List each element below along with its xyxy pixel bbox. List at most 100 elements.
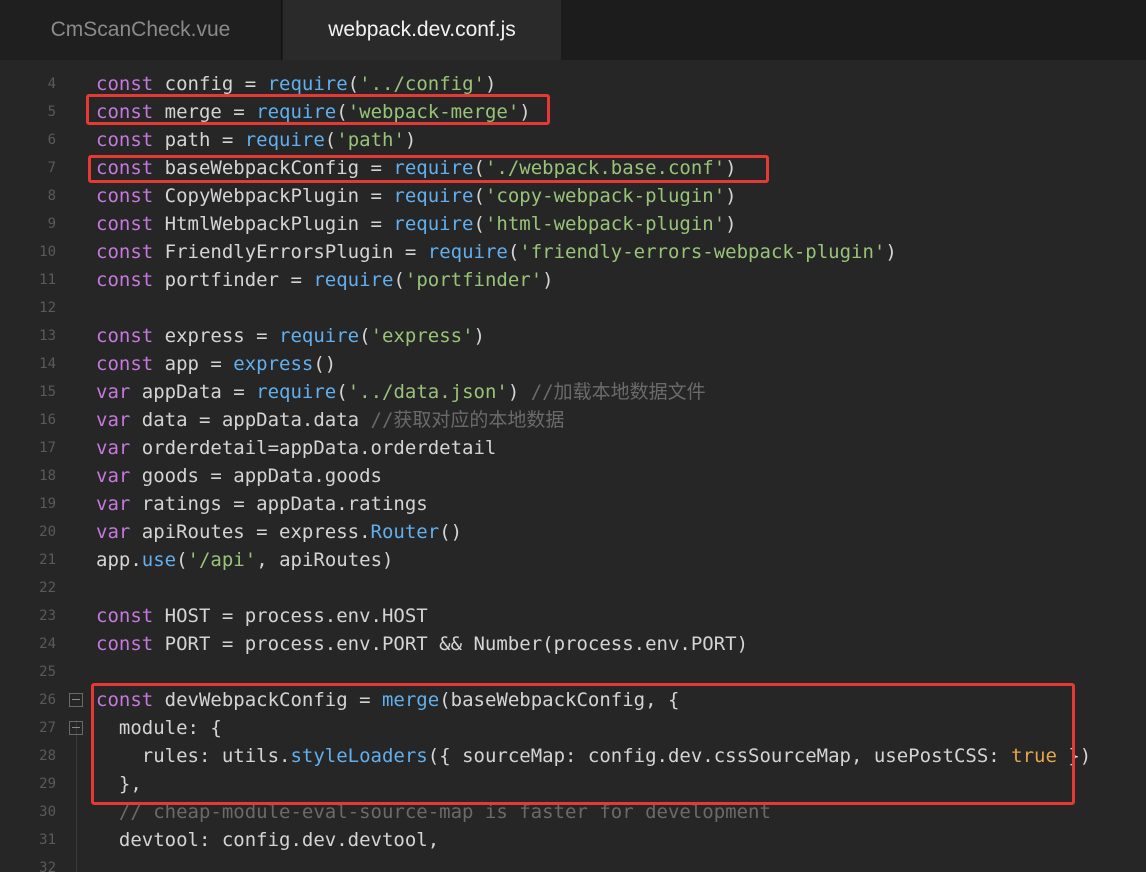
line-number: 12: [39, 300, 56, 316]
code-token: require: [279, 325, 360, 347]
code-line: 13 const express = require('express'): [0, 322, 1146, 350]
code-token: '../config': [359, 73, 485, 95]
line-number: 18: [39, 468, 56, 484]
tab-cmscancheck-vue[interactable]: CmScanCheck.vue: [0, 0, 282, 60]
line-number: 29: [39, 776, 56, 792]
code-line: 21 app.use('/api', apiRoutes): [0, 546, 1146, 574]
code-token: devtool: config.dev.devtool,: [96, 829, 440, 851]
code-token: (: [473, 213, 485, 235]
code-line: 11 const portfinder = require('portfinder…: [0, 266, 1146, 294]
code-token: require: [427, 241, 508, 263]
code-token: path =: [153, 129, 245, 151]
code-token: CopyWebpackPlugin =: [153, 185, 394, 207]
code-token: const: [96, 633, 154, 655]
line-number: 30: [39, 804, 56, 820]
code-token: config =: [153, 73, 268, 95]
code-line: 18 var goods = appData.goods: [0, 462, 1146, 490]
code-token: 'copy-webpack-plugin': [484, 185, 726, 207]
line-number: 19: [39, 496, 56, 512]
code-text: app.use('/api', apiRoutes): [96, 546, 393, 574]
line-number: 5: [47, 104, 56, 120]
code-line: 19 var ratings = appData.ratings: [0, 490, 1146, 518]
code-line: 17 var orderdetail=appData.orderdetail: [0, 434, 1146, 462]
code-token: const: [96, 353, 154, 375]
line-number: 4: [47, 76, 56, 92]
highlight-box-base-config: [88, 155, 769, 183]
code-token: '../data.json': [347, 381, 508, 403]
code-token: var: [96, 381, 131, 403]
code-token: 'friendly-errors-webpack-plugin': [519, 241, 886, 263]
code-text: const FriendlyErrorsPlugin = require('fr…: [96, 238, 897, 266]
line-number: 15: [39, 384, 56, 400]
code-token: HtmlWebpackPlugin =: [153, 213, 394, 235]
code-token: (: [507, 241, 520, 263]
code-line: 9 const HtmlWebpackPlugin = require('html…: [0, 210, 1146, 238]
code-token: const: [96, 185, 154, 207]
code-token: use: [141, 549, 177, 571]
code-token: const: [96, 605, 154, 627]
line-number: 23: [39, 608, 56, 624]
code-token: app =: [153, 353, 234, 375]
line-number: 28: [39, 748, 56, 764]
code-token: //加载本地数据文件: [530, 381, 706, 403]
line-number: 20: [39, 524, 56, 540]
code-token: (: [473, 185, 485, 207]
line-number: 14: [39, 356, 56, 372]
code-text: const PORT = process.env.PORT && Number(…: [96, 630, 748, 658]
line-number: 24: [39, 636, 56, 652]
code-token: appData =: [130, 381, 257, 403]
code-token: 'html-webpack-plugin': [484, 213, 726, 235]
code-text: devtool: config.dev.devtool,: [96, 826, 439, 854]
code-line: 20 var apiRoutes = express.Router(): [0, 518, 1146, 546]
code-line: 10 const FriendlyErrorsPlugin = require('…: [0, 238, 1146, 266]
code-token: goods = appData.goods: [130, 465, 382, 487]
code-token: var: [96, 521, 131, 543]
line-number: 26: [39, 692, 56, 708]
code-token: (: [176, 549, 188, 571]
line-number: 6: [47, 132, 56, 148]
line-number: 16: [39, 412, 56, 428]
code-text: const path = require('path'): [96, 126, 416, 154]
code-token: 'path': [336, 129, 405, 151]
code-line: 6 const path = require('path'): [0, 126, 1146, 154]
tab-webpack-dev-conf[interactable]: webpack.dev.conf.js: [283, 0, 561, 60]
fold-toggle-icon[interactable]: [69, 721, 83, 735]
code-token: const: [96, 129, 154, 151]
code-text: var apiRoutes = express.Router(): [96, 518, 462, 546]
code-token: ): [542, 269, 554, 291]
code-token: Router: [370, 521, 440, 543]
code-token: require: [244, 129, 325, 151]
code-token: const: [96, 269, 154, 291]
code-text: var appData = require('../data.json') //…: [96, 378, 706, 406]
line-number: 27: [39, 720, 56, 736]
code-token: data = appData.data: [130, 409, 371, 431]
code-text: var data = appData.data //获取对应的本地数据: [96, 406, 564, 434]
code-line: 31 devtool: config.dev.devtool,: [0, 826, 1146, 854]
code-token: (: [324, 129, 337, 151]
code-token: express =: [153, 325, 280, 347]
code-token: (: [347, 73, 360, 95]
code-token: require: [393, 213, 474, 235]
code-token: ): [885, 241, 897, 263]
highlight-box-dev-config: [91, 683, 1075, 805]
code-token: ): [725, 213, 737, 235]
code-token: FriendlyErrorsPlugin =: [153, 241, 428, 263]
code-token: (: [336, 381, 348, 403]
code-token: require: [256, 381, 337, 403]
fold-toggle-icon[interactable]: [69, 693, 83, 707]
code-line: 14 const app = express(): [0, 350, 1146, 378]
code-token: HOST = process.env.HOST: [153, 605, 428, 627]
line-number: 21: [39, 552, 56, 568]
line-number: 9: [47, 216, 56, 232]
code-token: var: [96, 493, 131, 515]
code-token: ): [473, 325, 485, 347]
line-number: 25: [39, 664, 56, 680]
code-token: app.: [96, 549, 142, 571]
code-line: 22: [0, 574, 1146, 602]
code-text: const HtmlWebpackPlugin = require('html-…: [96, 210, 737, 238]
code-line: 24 const PORT = process.env.PORT && Numbe…: [0, 630, 1146, 658]
code-token: (): [439, 521, 463, 543]
code-token: PORT = process.env.PORT && Number(proces…: [153, 633, 749, 655]
code-token: ): [484, 73, 497, 95]
code-text: var orderdetail=appData.orderdetail: [96, 434, 496, 462]
